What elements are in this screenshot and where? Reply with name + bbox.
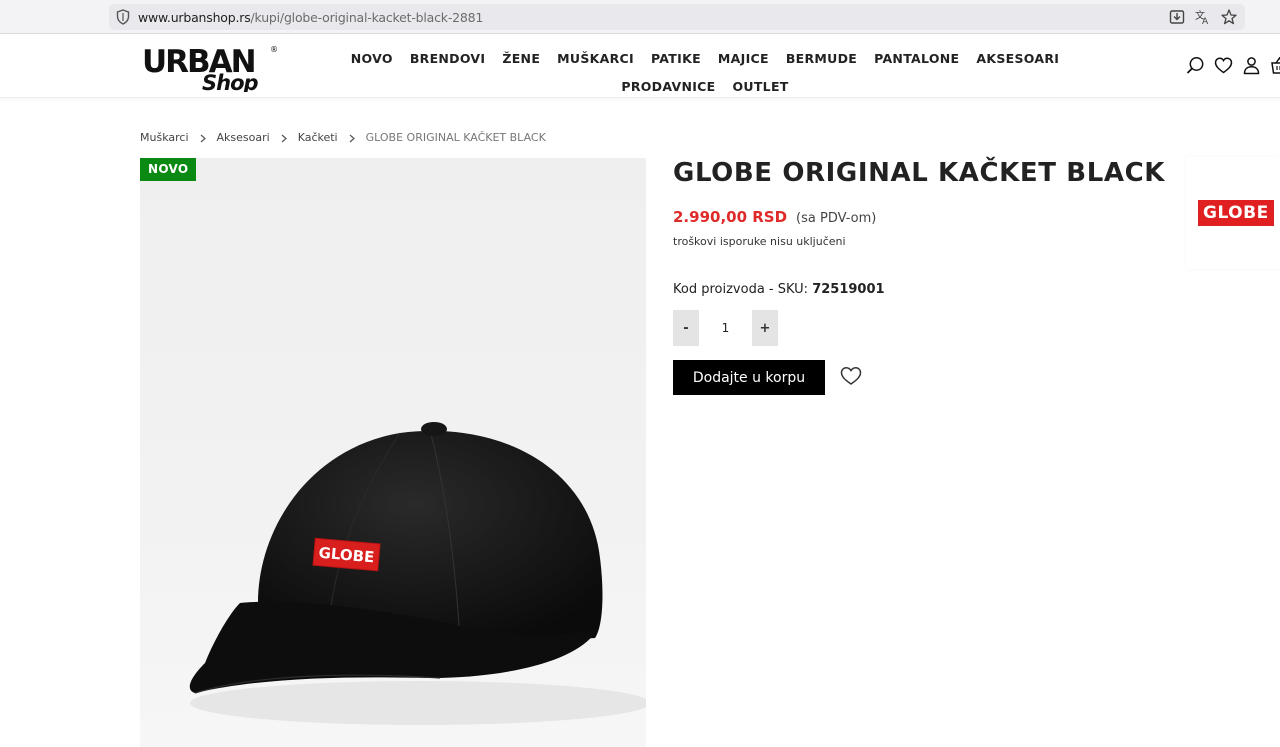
- quantity-input[interactable]: [699, 310, 752, 346]
- add-to-cart-button[interactable]: Dodajte u korpu: [673, 360, 825, 395]
- nav-item-outlet[interactable]: OUTLET: [732, 79, 788, 94]
- user-icon[interactable]: [1242, 56, 1261, 75]
- site-header: URBAN Shop ® NOVO BRENDOVI ŽENE MUŠKARCI…: [0, 34, 1280, 98]
- nav-item-prodavnice[interactable]: PRODAVNICE: [621, 79, 715, 94]
- svg-text:Shop: Shop: [202, 71, 259, 92]
- chevron-right-icon: [281, 133, 287, 143]
- product-price: 2.990,00 RSD: [673, 208, 788, 226]
- main-navigation: NOVO BRENDOVI ŽENE MUŠKARCI PATIKE MAJIC…: [351, 44, 1059, 100]
- product-sku: Kod proizvoda - SKU: 72519001: [673, 282, 885, 297]
- nav-item-novo[interactable]: NOVO: [351, 51, 393, 66]
- sku-label: Kod proizvoda - SKU:: [673, 282, 809, 297]
- window-edge: [0, 12, 3, 20]
- breadcrumb-muskarci[interactable]: Muškarci: [140, 131, 189, 144]
- breadcrumb: Muškarci Aksesoari Kačketi GLOBE ORIGINA…: [140, 131, 546, 144]
- nav-item-muskarci[interactable]: MUŠKARCI: [557, 51, 634, 66]
- quantity-increase-button[interactable]: +: [752, 310, 778, 346]
- quantity-decrease-button[interactable]: -: [673, 310, 699, 346]
- shipping-note: troškovi isporuke nisu uključeni: [673, 235, 846, 248]
- search-icon[interactable]: [1186, 56, 1205, 75]
- nav-item-aksesoari[interactable]: AKSESOARI: [976, 51, 1059, 66]
- bookmark-star-icon[interactable]: [1221, 8, 1237, 26]
- sku-value: 72519001: [812, 282, 885, 297]
- vat-note: (sa PDV-om): [796, 211, 877, 226]
- nav-item-patike[interactable]: PATIKE: [651, 51, 701, 66]
- translate-icon[interactable]: 文A: [1195, 8, 1211, 27]
- breadcrumb-kacketi[interactable]: Kačketi: [298, 131, 338, 144]
- nav-item-pantalone[interactable]: PANTALONE: [874, 51, 959, 66]
- nav-item-majice[interactable]: MAJICE: [718, 51, 769, 66]
- brand-logo[interactable]: GLOBE: [1186, 157, 1280, 269]
- browser-toolbar: www.urbanshop.rs/kupi/globe-original-kac…: [0, 0, 1280, 34]
- breadcrumb-current: GLOBE ORIGINAL KAČKET BLACK: [365, 131, 546, 144]
- nav-item-zene[interactable]: ŽENE: [502, 51, 540, 66]
- nav-row-1: NOVO BRENDOVI ŽENE MUŠKARCI PATIKE MAJIC…: [351, 44, 1059, 72]
- urbanshop-logo[interactable]: URBAN Shop ®: [142, 42, 282, 95]
- address-bar[interactable]: www.urbanshop.rs/kupi/globe-original-kac…: [109, 4, 1245, 30]
- breadcrumb-aksesoari[interactable]: Aksesoari: [217, 131, 270, 144]
- chevron-right-icon: [349, 133, 355, 143]
- svg-text:®: ®: [270, 45, 278, 54]
- url-text[interactable]: www.urbanshop.rs/kupi/globe-original-kac…: [138, 10, 483, 25]
- shield-icon[interactable]: [116, 9, 130, 25]
- brand-name: GLOBE: [1198, 200, 1274, 226]
- product-title: GLOBE ORIGINAL KAČKET BLACK: [673, 158, 1166, 188]
- quantity-stepper: - +: [673, 310, 778, 346]
- price-row: 2.990,00 RSD (sa PDV-om): [673, 208, 876, 226]
- nav-item-brendovi[interactable]: BRENDOVI: [410, 51, 486, 66]
- chevron-right-icon: [200, 133, 206, 143]
- svg-text:A: A: [1202, 17, 1209, 26]
- wishlist-heart-icon[interactable]: [840, 366, 862, 386]
- product-image[interactable]: GLOBE: [140, 158, 646, 747]
- heart-icon[interactable]: [1214, 56, 1233, 75]
- cart-icon[interactable]: [1270, 56, 1280, 75]
- nav-item-bermude[interactable]: BERMUDE: [786, 51, 857, 66]
- nav-row-2: PRODAVNICE OUTLET: [380, 72, 1030, 100]
- new-badge: NOVO: [140, 158, 197, 181]
- download-icon[interactable]: [1169, 8, 1185, 26]
